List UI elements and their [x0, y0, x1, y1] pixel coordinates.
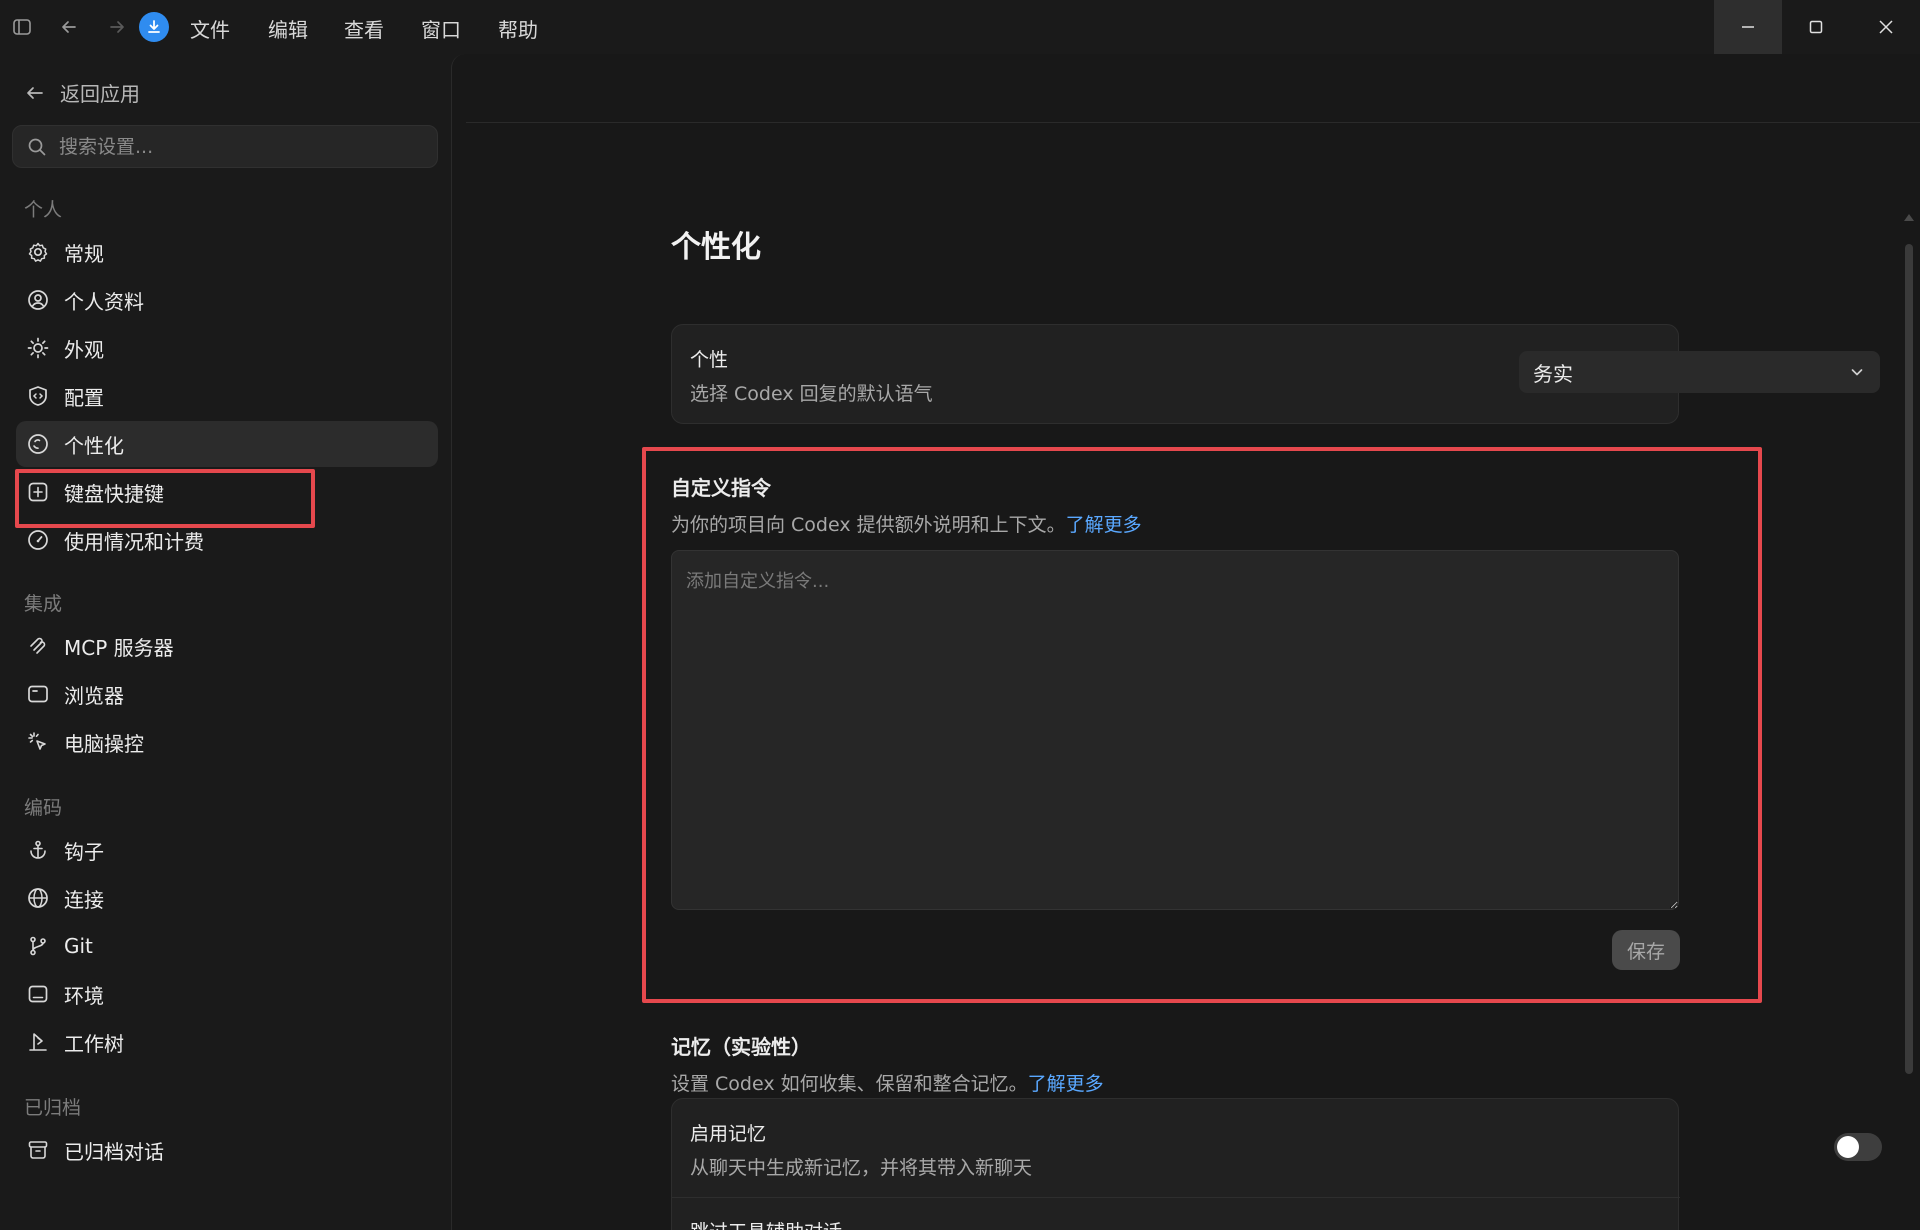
header-divider: [466, 122, 1920, 123]
mcp-icon: [30, 637, 46, 654]
sidebar-item-label: 个性化: [64, 433, 124, 458]
personality-title: 个性: [690, 349, 729, 371]
sidebar-item-hooks[interactable]: 钩子: [16, 827, 438, 873]
cursor-click-icon: [28, 732, 46, 750]
highlight-box-custom-instructions: [642, 447, 1762, 1003]
back-to-app-button[interactable]: 返回应用: [24, 78, 140, 107]
sidebar-item-label: 外观: [64, 337, 104, 362]
sidebar-item-label: 钩子: [64, 839, 104, 864]
close-button[interactable]: [1852, 0, 1920, 54]
page-title: 个性化: [671, 230, 761, 265]
sidebar-item-label: Git: [64, 934, 93, 958]
personality-select[interactable]: 务实: [1519, 351, 1880, 393]
sidebar-item-label: MCP 服务器: [64, 635, 174, 660]
personality-card: 个性 选择 Codex 回复的默认语气 务实: [671, 324, 1880, 424]
sidebar-item-browser[interactable]: 浏览器: [16, 671, 438, 717]
memory-title: 记忆（实验性）: [671, 1035, 811, 1059]
sidebar-item-general[interactable]: 常规: [16, 229, 438, 275]
sidebar-item-connections[interactable]: 连接: [16, 875, 438, 921]
enable-memory-title: 启用记忆: [690, 1123, 767, 1145]
sidebar-item-environment[interactable]: 环境: [16, 971, 438, 1017]
personality-subtitle: 选择 Codex 回复的默认语气: [690, 383, 933, 405]
scrollbar-thumb[interactable]: [1905, 244, 1913, 1074]
memory-card: 启用记忆 从聊天中生成新记忆，并将其带入新聊天 跳过工具辅助对话: [671, 1098, 1882, 1230]
memory-row-divider: [672, 1197, 1680, 1198]
worktree-icon: [29, 1033, 47, 1051]
sidebar-item-label: 已归档对话: [64, 1139, 164, 1164]
sidebar-item-label: 环境: [64, 983, 104, 1008]
settings-content: 个性化 个性 选择 Codex 回复的默认语气 务实 自定义指令 为你的项目向 …: [451, 54, 1920, 1230]
sidebar-item-mcp-servers[interactable]: MCP 服务器: [16, 623, 438, 669]
globe-icon: [28, 888, 48, 908]
search-input[interactable]: [59, 135, 419, 158]
section-label-coding: 编码: [24, 797, 63, 819]
sidebar-item-label: 浏览器: [64, 683, 124, 708]
sidebar-toggle-icon[interactable]: [10, 15, 34, 39]
sidebar-item-archived-chats[interactable]: 已归档对话: [16, 1127, 438, 1173]
close-icon: [1879, 20, 1893, 34]
section-label-integrations: 集成: [24, 593, 63, 615]
sidebar-item-worktree[interactable]: 工作树: [16, 1019, 438, 1065]
title-bar: 文件 编辑 查看 窗口 帮助: [0, 0, 1920, 54]
skip-tool-chats-title: 跳过工具辅助对话: [690, 1217, 842, 1230]
chevron-down-icon: [1851, 369, 1863, 376]
sidebar-item-label: 个人资料: [64, 289, 144, 314]
sidebar-item-personalization[interactable]: 个性化: [16, 421, 438, 467]
back-arrow-icon: [27, 86, 43, 99]
section-label-archived: 已归档: [24, 1097, 82, 1119]
maximize-icon: [1809, 20, 1823, 34]
menu-help[interactable]: 帮助: [498, 14, 538, 43]
sidebar-item-label: 配置: [64, 385, 104, 410]
user-circle-icon: [28, 290, 48, 310]
sidebar-item-label: 电脑操控: [64, 731, 144, 756]
sidebar-item-label: 连接: [64, 887, 104, 912]
toggle-knob: [1837, 1136, 1859, 1158]
shield-code-icon: [29, 386, 47, 406]
highlight-box-personalization: [15, 469, 315, 528]
back-arrow-icon[interactable]: [57, 15, 81, 39]
menu-file[interactable]: 文件: [190, 14, 230, 43]
settings-sidebar: 返回应用 个人 常规 个人资料 外观 配置 个性化 键盘快捷键 使用情况和计费 …: [0, 54, 450, 1230]
browser-icon: [28, 685, 48, 703]
forward-arrow-icon[interactable]: [105, 15, 129, 39]
sidebar-item-label: 工作树: [64, 1031, 124, 1056]
sidebar-item-profile[interactable]: 个人资料: [16, 277, 438, 323]
minimize-button[interactable]: [1714, 0, 1782, 54]
anchor-icon: [30, 840, 46, 859]
section-label-personal: 个人: [24, 199, 63, 221]
minimize-icon: [1742, 26, 1754, 28]
sidebar-item-config[interactable]: 配置: [16, 373, 438, 419]
sidebar-item-computer-control[interactable]: 电脑操控: [16, 719, 438, 765]
settings-search[interactable]: [12, 125, 438, 168]
git-branch-icon: [30, 936, 46, 956]
sidebar-item-appearance[interactable]: 外观: [16, 325, 438, 371]
menu-window[interactable]: 窗口: [421, 14, 461, 43]
menu-view[interactable]: 查看: [344, 14, 384, 43]
memory-learn-more-link[interactable]: 了解更多: [1028, 1073, 1104, 1095]
sidebar-item-label: 常规: [64, 241, 104, 266]
sun-icon: [27, 337, 49, 359]
archive-icon: [28, 1141, 48, 1159]
menu-edit[interactable]: 编辑: [268, 14, 308, 43]
content-scrollbar[interactable]: [1903, 214, 1915, 1104]
environment-icon: [28, 985, 48, 1003]
enable-memory-toggle[interactable]: [1834, 1133, 1882, 1161]
back-label: 返回应用: [60, 82, 140, 106]
enable-memory-subtitle: 从聊天中生成新记忆，并将其带入新聊天: [690, 1157, 1033, 1179]
search-icon: [28, 138, 46, 155]
scroll-up-arrow-icon[interactable]: [1904, 214, 1914, 221]
memory-desc: 设置 Codex 如何收集、保留和整合记忆。了解更多: [671, 1069, 1104, 1096]
personality-selected-value: 务实: [1533, 361, 1573, 386]
gauge-icon: [28, 530, 48, 550]
sidebar-item-git[interactable]: Git: [16, 923, 438, 969]
personalization-icon: [28, 434, 48, 454]
sidebar-item-label: 使用情况和计费: [64, 529, 204, 554]
gear-icon: [28, 242, 48, 262]
maximize-button[interactable]: [1782, 0, 1850, 54]
download-icon[interactable]: [139, 12, 169, 42]
memory-desc-text: 设置 Codex 如何收集、保留和整合记忆。: [671, 1073, 1028, 1095]
